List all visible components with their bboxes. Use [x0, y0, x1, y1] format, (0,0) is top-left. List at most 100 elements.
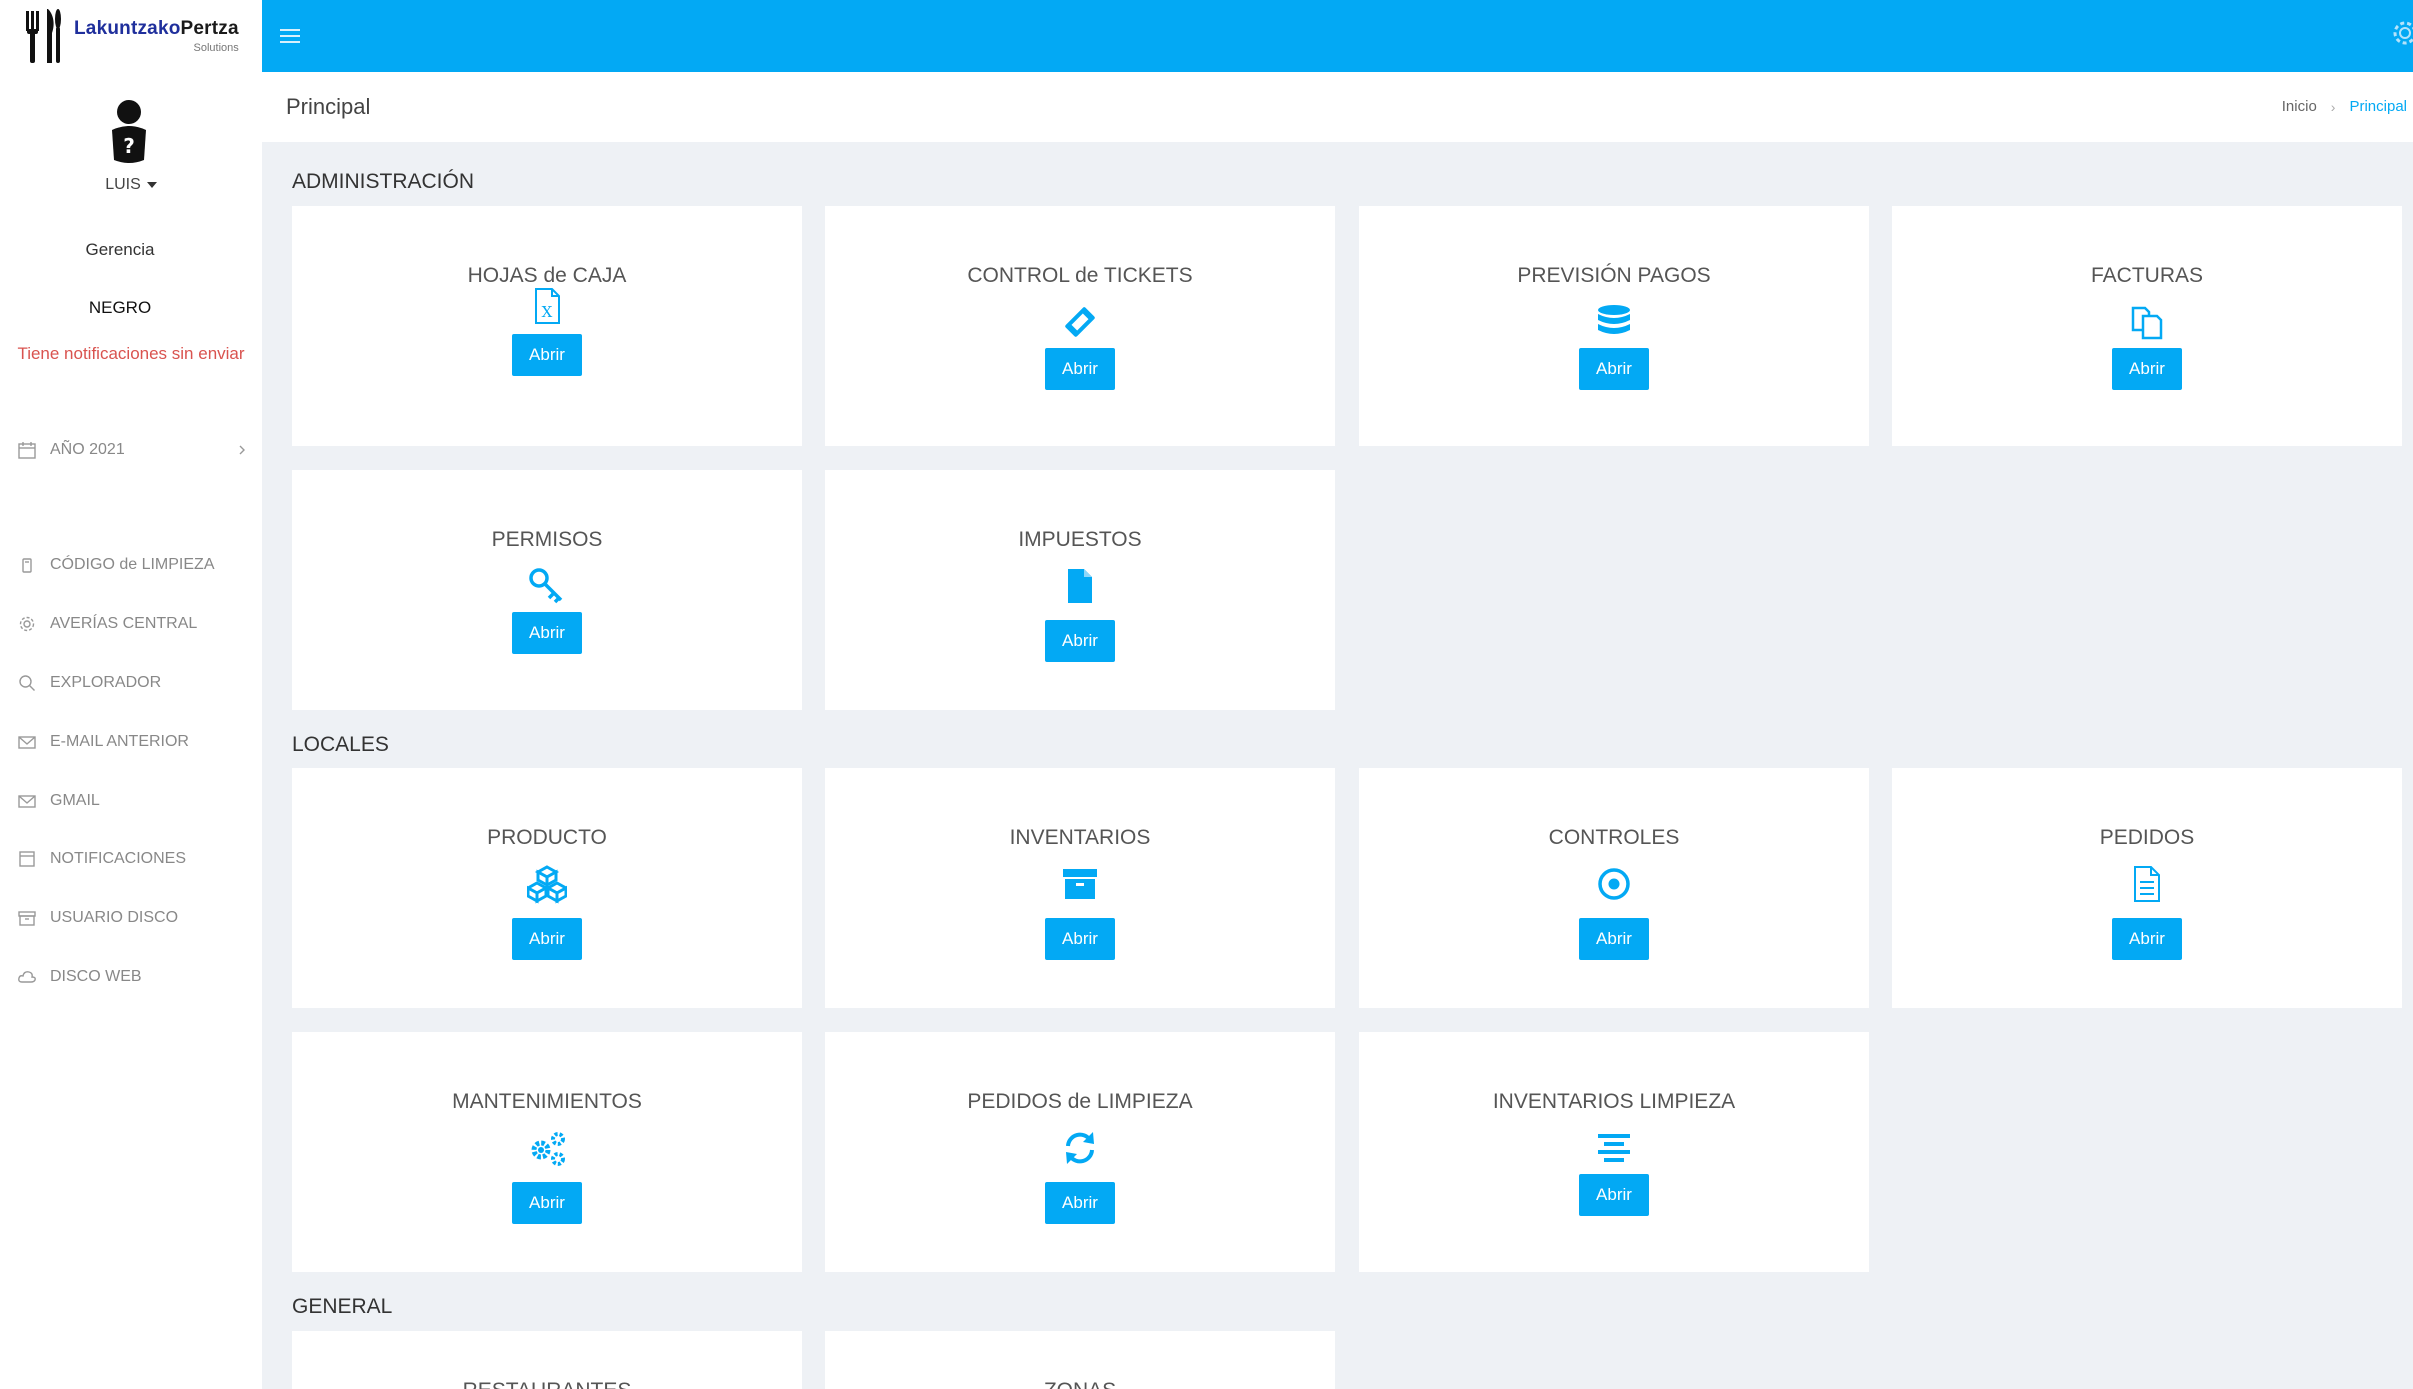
- card-facturas: FACTURAS Abrir: [1892, 206, 2402, 446]
- card-title: RESTAURANTES: [292, 1379, 802, 1389]
- breadcrumb-current: Principal: [2349, 98, 2407, 115]
- section-title-administracion: ADMINISTRACIÓN: [292, 170, 475, 193]
- card-title: MANTENIMIENTOS: [452, 1090, 642, 1113]
- sidebar-item-label: EXPLORADOR: [50, 674, 162, 691]
- card-title: INVENTARIOS LIMPIEZA: [1492, 1090, 1736, 1113]
- user-menu[interactable]: LUIS: [0, 176, 262, 194]
- database-icon: [1594, 302, 1634, 342]
- cogs-icon: [527, 1128, 567, 1168]
- cutlery-icon: [26, 9, 61, 63]
- brand-subtitle: Solutions: [193, 42, 239, 54]
- open-button[interactable]: Abrir: [2112, 918, 2182, 960]
- sidebar-item-label: E-MAIL ANTERIOR: [50, 733, 189, 750]
- sidebar-item-label: AVERÍAS CENTRAL: [50, 615, 198, 632]
- open-button[interactable]: Abrir: [1579, 348, 1649, 390]
- sidebar-item-gmail[interactable]: GMAIL: [18, 786, 248, 816]
- sidebar-item-label: NOTIFICACIONES: [50, 850, 187, 867]
- gear-icon: [19, 616, 35, 632]
- mail-icon: [18, 795, 36, 808]
- card-zonas: ZONAS: [825, 1331, 1335, 1389]
- card-restaurantes: RESTAURANTES: [292, 1331, 802, 1389]
- breadcrumb-home[interactable]: Inicio: [2282, 98, 2317, 115]
- open-button[interactable]: Abrir: [1045, 620, 1115, 662]
- user-name: LUIS: [105, 176, 141, 193]
- user-group: NEGRO: [88, 298, 152, 317]
- card-inventarios: INVENTARIOS Abrir: [825, 768, 1335, 1008]
- page-header: Principal Inicio › Principal: [262, 72, 2413, 142]
- page-title: Principal: [286, 94, 371, 119]
- card-control-tickets: CONTROL de TICKETS Abrir: [825, 206, 1335, 446]
- card-title: PEDIDOS de LIMPIEZA: [967, 1090, 1193, 1113]
- sidebar-item-codigo-limpieza[interactable]: CÓDIGO de LIMPIEZA: [18, 550, 248, 580]
- topbar: [262, 0, 2413, 72]
- card-title: PERMISOS: [491, 528, 603, 551]
- sidebar-item-label: USUARIO DISCO: [50, 909, 179, 926]
- card-title: IMPUESTOS: [1018, 528, 1142, 551]
- card-impuestos: IMPUESTOS Abrir: [825, 470, 1335, 710]
- user-role: Gerencia: [85, 240, 155, 259]
- card-title: PEDIDOS: [2099, 826, 2195, 849]
- card-title: PREVISIÓN PAGOS: [1517, 264, 1711, 287]
- key-icon: [527, 566, 567, 606]
- chevron-right-icon: [239, 445, 245, 455]
- notification-warning[interactable]: Tiene notificaciones sin enviar: [0, 344, 262, 364]
- file-icon: [1060, 566, 1100, 606]
- section-title-locales: LOCALES: [292, 733, 389, 756]
- open-button[interactable]: Abrir: [512, 334, 582, 376]
- target-icon: [1594, 864, 1634, 904]
- excel-file-icon: X: [527, 286, 567, 326]
- card-pedidos-limpieza: PEDIDOS de LIMPIEZA Abrir: [825, 1032, 1335, 1272]
- open-button[interactable]: Abrir: [512, 1182, 582, 1224]
- sidebar-item-notificaciones[interactable]: NOTIFICACIONES: [18, 844, 248, 874]
- sidebar-item-label: DISCO WEB: [50, 968, 142, 985]
- card-title: INVENTARIOS: [1009, 826, 1151, 849]
- sidebar-item-usuario-disco[interactable]: USUARIO DISCO: [18, 903, 248, 933]
- sidebar-item-year[interactable]: AÑO 2021: [18, 435, 248, 465]
- card-inventarios-limpieza: INVENTARIOS LIMPIEZA Abrir: [1359, 1032, 1869, 1272]
- sidebar-item-label: AÑO 2021: [50, 441, 125, 458]
- sidebar: LakuntzakoPertza Solutions ? LUIS Gerenc…: [0, 0, 262, 1389]
- card-title: ZONAS: [825, 1379, 1335, 1389]
- calendar-icon: [19, 851, 35, 867]
- open-button[interactable]: Abrir: [2112, 348, 2182, 390]
- brand-name: LakuntzakoPertza: [74, 18, 239, 39]
- sidebar-item-label: CÓDIGO de LIMPIEZA: [50, 556, 215, 573]
- open-button[interactable]: Abrir: [512, 918, 582, 960]
- open-button[interactable]: Abrir: [1045, 918, 1115, 960]
- archive-icon: [18, 911, 36, 926]
- archive-icon: [1060, 864, 1100, 904]
- hamburger-menu-icon[interactable]: [280, 26, 302, 46]
- open-button[interactable]: Abrir: [1045, 1182, 1115, 1224]
- refresh-icon: [1060, 1128, 1100, 1168]
- sidebar-item-email-anterior[interactable]: E-MAIL ANTERIOR: [18, 727, 248, 757]
- card-title: FACTURAS: [2090, 264, 2203, 287]
- card-title: PRODUCTO: [487, 826, 607, 849]
- user-avatar-icon[interactable]: ?: [108, 98, 150, 164]
- card-hojas-caja: HOJAS de CAJA X Abrir: [292, 206, 802, 446]
- open-button[interactable]: Abrir: [1045, 348, 1115, 390]
- sidebar-item-explorador[interactable]: EXPLORADOR: [18, 668, 248, 698]
- align-center-icon: [1594, 1128, 1634, 1168]
- card-permisos: PERMISOS Abrir: [292, 470, 802, 710]
- card-title: HOJAS de CAJA: [467, 264, 627, 287]
- breadcrumb: Inicio › Principal: [2282, 98, 2407, 115]
- open-button[interactable]: Abrir: [512, 612, 582, 654]
- open-button[interactable]: Abrir: [1579, 918, 1649, 960]
- card-producto: PRODUCTO Abrir: [292, 768, 802, 1008]
- card-mantenimientos: MANTENIMIENTOS Abrir: [292, 1032, 802, 1272]
- sidebar-item-disco-web[interactable]: DISCO WEB: [18, 962, 248, 992]
- caret-down-icon: [146, 181, 157, 188]
- chevron-right-icon: ›: [2330, 98, 2336, 115]
- card-title: CONTROL de TICKETS: [967, 264, 1193, 287]
- sidebar-item-averias-central[interactable]: AVERÍAS CENTRAL: [18, 609, 248, 639]
- card-controles: CONTROLES Abrir: [1359, 768, 1869, 1008]
- open-button[interactable]: Abrir: [1579, 1174, 1649, 1216]
- cubes-icon: [524, 864, 570, 904]
- cloud-icon: [18, 971, 36, 983]
- card-prevision-pagos: PREVISIÓN PAGOS Abrir: [1359, 206, 1869, 446]
- svg-text:?: ?: [123, 134, 135, 158]
- brand-logo[interactable]: LakuntzakoPertza Solutions: [0, 0, 262, 72]
- mail-icon: [18, 736, 36, 749]
- document-icon: [2127, 864, 2167, 904]
- settings-gear-icon[interactable]: [2387, 18, 2413, 48]
